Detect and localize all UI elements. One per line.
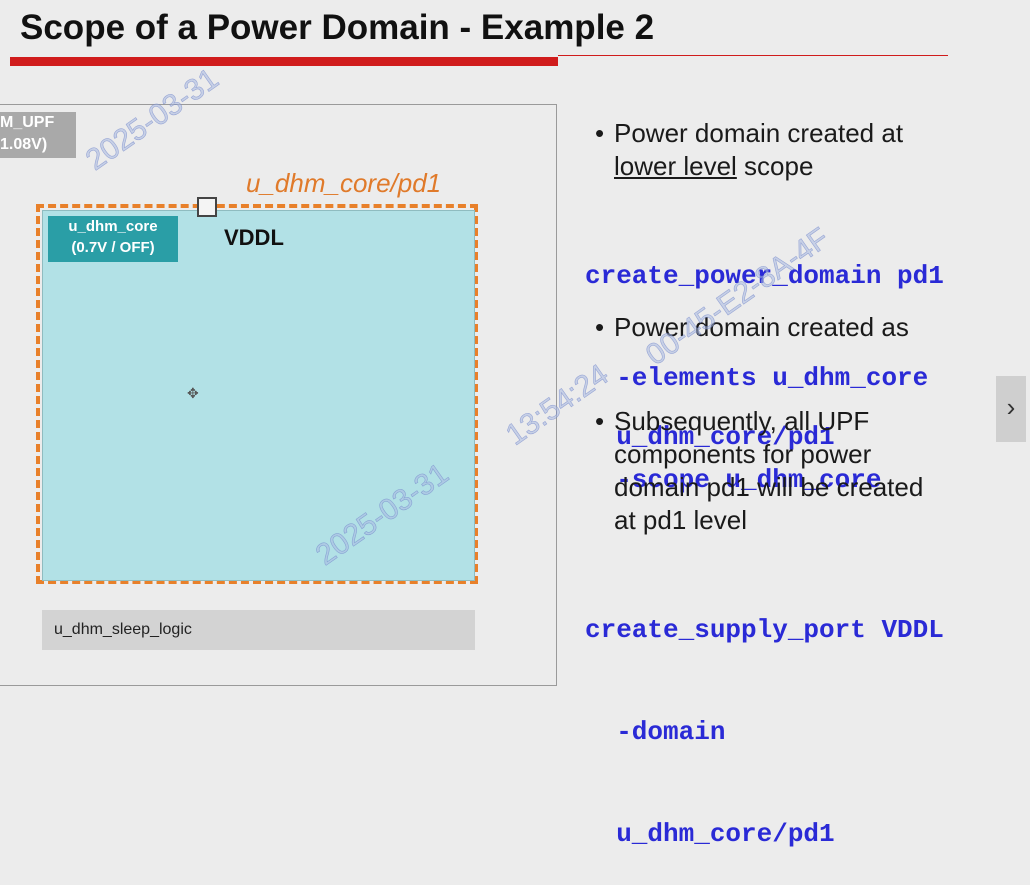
bullet-1-underlined: lower level [614,151,737,181]
bullet-dot-icon: • [595,118,605,148]
power-domain-label: u_dhm_core/pd1 [246,168,442,198]
bullet-3-line1: Subsequently, all UPF [614,406,870,436]
next-slide-button[interactable]: › [996,376,1026,442]
core-block [42,210,475,581]
core-label: u_dhm_core (0.7V / OFF) [48,216,178,262]
bullet-dot-icon: • [595,406,605,436]
bullet-3-line2: components for power [614,439,872,469]
bullet-1-tail: scope [736,151,814,181]
bullet-3-line4: at pd1 level [614,505,747,535]
bullet-1-line1: Power domain created at [614,118,904,148]
code-line: u_dhm_core/pd1 [585,819,835,849]
sleep-logic-block: u_dhm_sleep_logic [42,610,475,650]
title-rule [558,55,948,56]
core-label-voltage: (0.7V / OFF) [71,239,155,256]
supply-port-icon [197,197,217,217]
move-cursor-icon: ✥ [187,385,199,401]
top-domain-label: M_UPF 1.08V) [0,112,76,158]
top-label-line1: M_UPF [0,114,55,131]
supply-port-label: VDDL [224,225,284,250]
code-line: -domain [585,717,726,747]
core-label-name: u_dhm_core [68,218,158,235]
code-block-3: create_supply_port VDDL -domain u_dhm_co… [585,545,944,885]
code-line: create_supply_port VDDL [585,615,944,645]
title-underline-bar [10,57,558,66]
bullet-dot-icon: • [595,312,605,342]
bullet-3-line3: domain pd1 will be created [614,472,924,502]
slide-title: Scope of a Power Domain - Example 2 [20,8,655,47]
top-label-line2: 1.08V) [0,136,48,153]
